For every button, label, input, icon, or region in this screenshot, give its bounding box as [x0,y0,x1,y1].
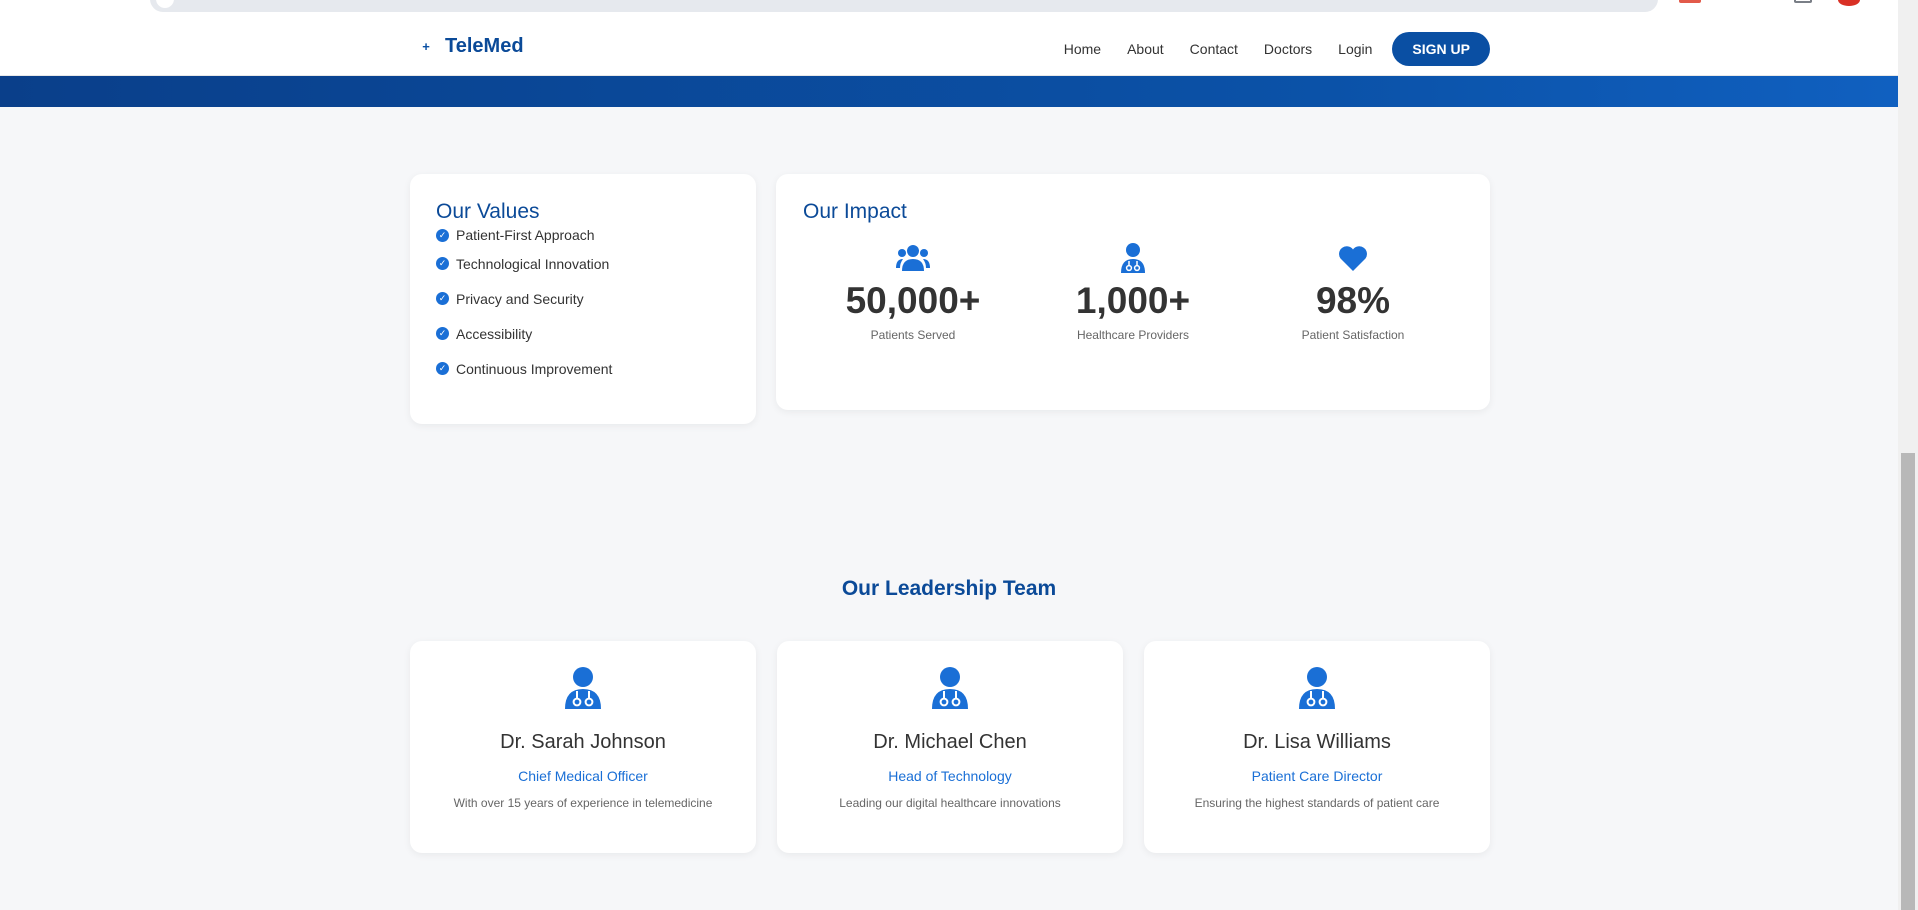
list-item: ✓ Privacy and Security [436,281,730,316]
member-role: Patient Care Director [1251,768,1383,784]
hero-band [0,76,1898,107]
member-name: Dr. Lisa Williams [1243,731,1391,753]
team-card: Dr. Sarah Johnson Chief Medical Officer … [410,641,756,853]
stat-providers: 1,000+ Healthcare Providers [1023,242,1243,342]
stat-value: 50,000+ [845,280,981,321]
browser-toolbar [0,0,1898,20]
impact-card: Our Impact 50,000+ Patients Served 1,000… [776,174,1490,410]
member-description: Leading our digital healthcare innovatio… [839,796,1061,810]
stat-value: 1,000+ [1075,280,1191,321]
values-list: ✓ Patient-First Approach ✓ Technological… [436,224,730,386]
nav-about[interactable]: About [1127,37,1164,61]
scrollbar-thumb[interactable] [1901,453,1915,910]
stat-satisfaction: 98% Patient Satisfaction [1243,242,1463,342]
nav-login[interactable]: Login [1338,37,1372,61]
stat-label: Healthcare Providers [1076,328,1190,342]
member-name: Dr. Sarah Johnson [500,731,666,753]
value-label: Privacy and Security [456,290,584,307]
check-circle-icon: ✓ [436,292,449,305]
address-bar[interactable] [150,0,1658,12]
main-nav: Home About Contact Doctors Login SIGN UP [1064,32,1490,66]
value-label: Patient-First Approach [456,227,595,243]
check-circle-icon: ✓ [436,362,449,375]
nav-contact[interactable]: Contact [1190,37,1238,61]
value-label: Accessibility [456,325,533,342]
check-circle-icon: ✓ [436,327,449,340]
scrollbar[interactable] [1898,0,1918,910]
impact-title: Our Impact [803,200,907,223]
list-item: ✓ Continuous Improvement [436,351,730,386]
member-description: Ensuring the highest standards of patien… [1194,796,1440,810]
heart-icon [1243,242,1463,274]
team-card: Dr. Lisa Williams Patient Care Director … [1144,641,1490,853]
signup-button[interactable]: SIGN UP [1392,32,1490,66]
extension-icon[interactable] [1679,0,1701,3]
member-role: Chief Medical Officer [518,768,648,784]
doctor-icon [1144,667,1490,709]
member-description: With over 15 years of experience in tele… [453,796,713,810]
value-label: Continuous Improvement [456,360,613,377]
brand-name: TeleMed [445,35,524,57]
list-item: ✓ Patient-First Approach [436,224,730,246]
nav-home[interactable]: Home [1064,37,1101,61]
doctor-icon [777,667,1123,709]
stat-value: 98% [1315,280,1391,321]
values-title: Our Values [436,200,540,223]
site-info-icon[interactable] [156,0,174,8]
value-label: Technological Innovation [456,255,610,272]
stat-label: Patient Satisfaction [1301,328,1405,342]
list-item: ✓ Accessibility [436,316,730,351]
list-item: ✓ Technological Innovation [436,246,730,281]
doctor-icon [1023,242,1243,274]
leadership-title: Our Leadership Team [841,577,1057,600]
download-icon[interactable] [1794,0,1812,3]
site-header: + TeleMed Home About Contact Doctors Log… [0,20,1898,76]
nav-doctors[interactable]: Doctors [1264,37,1312,61]
team-card: Dr. Michael Chen Head of Technology Lead… [777,641,1123,853]
plus-icon: + [422,39,430,54]
doctor-icon [410,667,756,709]
users-icon [803,242,1023,274]
stat-label: Patients Served [870,328,956,342]
stat-patients: 50,000+ Patients Served [803,242,1023,342]
member-role: Head of Technology [888,768,1012,784]
values-card: Our Values ✓ Patient-First Approach ✓ Te… [410,174,756,424]
brand-logo[interactable]: + TeleMed [419,35,524,58]
profile-icon[interactable] [1838,0,1860,6]
check-circle-icon: ✓ [436,228,449,242]
impact-stats: 50,000+ Patients Served 1,000+ Healthcar… [803,242,1463,342]
check-circle-icon: ✓ [436,257,449,270]
member-name: Dr. Michael Chen [873,731,1027,753]
